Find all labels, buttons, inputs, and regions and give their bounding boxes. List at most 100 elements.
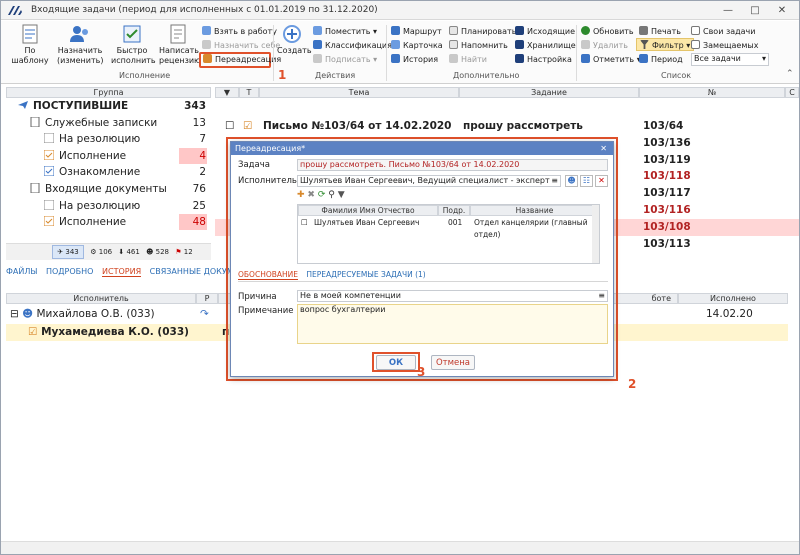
plane-icon — [18, 101, 28, 109]
history-button[interactable]: История — [391, 53, 438, 66]
table-row[interactable]: ☐ Шулятьев Иван Сергеевич 001 Отдел канц… — [298, 217, 599, 239]
delete-button[interactable]: Удалить — [581, 39, 628, 52]
document-icon — [30, 182, 40, 193]
tab-history[interactable]: ИСТОРИЯ — [102, 267, 142, 277]
tree-row[interactable]: На резолюцию 7 — [6, 131, 211, 148]
dialog-close-icon[interactable]: ✕ — [600, 142, 607, 155]
minimize-icon[interactable]: — — [717, 3, 739, 18]
select-user-icon[interactable]: ☻ — [565, 175, 578, 187]
name-column-header[interactable]: Название — [470, 205, 599, 216]
plan-button[interactable]: Планировать — [449, 25, 516, 38]
number-column-header[interactable]: № — [639, 87, 785, 98]
expand-icon[interactable]: ⊟ — [10, 308, 19, 320]
ribbon-collapse-icon[interactable]: ⌃ — [786, 69, 794, 79]
ribbon-separator — [386, 25, 387, 81]
tree-row[interactable]: Входящие документы 76 — [6, 181, 211, 198]
by-template-button[interactable]: По шаблону — [9, 24, 51, 66]
take-to-work-button[interactable]: Взять в работу — [202, 25, 277, 38]
reason-field[interactable]: Не в моей компетенции ≡ — [297, 290, 608, 302]
cancel-button[interactable]: Отмена — [431, 355, 475, 370]
subtable-scrollbar[interactable] — [592, 205, 599, 263]
table-row[interactable]: ☐ ☑ Письмо №103/64 от 14.02.2020 прошу р… — [215, 118, 799, 135]
mark-icon — [581, 54, 590, 63]
c-column-header[interactable]: С — [785, 87, 799, 98]
note-textarea[interactable]: вопрос бухгалтерии — [297, 304, 608, 344]
route-button[interactable]: Маршрут — [391, 25, 442, 38]
user-icon: ☻ — [22, 308, 34, 320]
counter-flag[interactable]: ⚑ 12 — [175, 248, 192, 256]
clear-icon[interactable]: ✕ — [595, 175, 608, 187]
mark-button[interactable]: Отметить ▾ — [581, 53, 641, 66]
delete-icon[interactable]: ✖ — [307, 190, 315, 200]
counter-down[interactable]: ⬇ 461 — [118, 248, 139, 256]
remind-button[interactable]: Напомнить — [449, 39, 508, 52]
sub-column-header[interactable]: Подр. — [438, 205, 470, 216]
counter-in-work[interactable]: ⚙ 106 — [90, 248, 112, 256]
executor-column-header[interactable]: Исполнитель — [6, 293, 196, 304]
counter-group[interactable]: ☻ 528 — [146, 248, 169, 256]
card-button[interactable]: Карточка — [391, 39, 443, 52]
filter-column-header[interactable]: ▼ — [215, 87, 239, 98]
sign-button[interactable]: Подписать ▾ — [313, 53, 377, 66]
menu-icon[interactable]: ≡ — [551, 176, 558, 186]
assign-self-button[interactable]: Назначить себе — [202, 39, 280, 52]
row-checkbox-icon[interactable]: ☐ — [301, 217, 308, 229]
maximize-icon[interactable]: □ — [744, 3, 766, 18]
counter-incoming[interactable]: ✈ 343 — [52, 245, 84, 259]
readdress-icon: ↷ — [200, 308, 209, 320]
readdress-button[interactable]: Переадресация — [199, 52, 281, 68]
quick-exec-button[interactable]: Быстро исполнить — [111, 24, 156, 66]
tab-details[interactable]: ПОДРОБНО — [46, 267, 93, 276]
settings-button[interactable]: Настройка — [515, 53, 572, 66]
group-label-actions: Действия — [315, 71, 356, 80]
tree-row[interactable]: Исполнение 48 — [6, 214, 211, 231]
write-review-button[interactable]: Написать рецензию — [159, 24, 201, 66]
reason-label: Причина — [238, 292, 277, 302]
menu-icon[interactable]: ≡ — [598, 291, 605, 301]
own-tasks-checkbox[interactable]: Свои задачи — [691, 25, 755, 38]
classify-button[interactable]: Классификация — [313, 39, 392, 52]
print-button[interactable]: Печать — [639, 25, 681, 38]
document-icon — [30, 116, 40, 127]
tab-files[interactable]: ФАЙЛЫ — [6, 267, 37, 276]
type-column-header[interactable]: Т — [239, 87, 259, 98]
filter-icon — [640, 40, 649, 49]
executor-field[interactable]: Шулятьев Иван Сергеевич, Ведущий специал… — [297, 175, 561, 187]
outgoing-button[interactable]: Исходящие — [515, 25, 575, 38]
add-icon[interactable]: ✚ — [297, 190, 305, 200]
filter-icon[interactable]: ▼ — [338, 190, 345, 200]
tree-row[interactable]: ПОСТУПИВШИЕ 343 — [6, 98, 211, 115]
delete-icon — [581, 40, 590, 49]
refresh-icon[interactable]: ⟳ — [318, 190, 326, 200]
horizontal-scrollbar[interactable] — [1, 541, 799, 554]
r-column-header[interactable]: Р — [196, 293, 218, 304]
tree-row[interactable]: Ознакомление 2 — [6, 164, 211, 181]
task-column-header[interactable]: Задание — [459, 87, 639, 98]
refresh-button[interactable]: Обновить — [581, 25, 634, 38]
assign-button[interactable]: Назначить (изменить) — [57, 24, 103, 66]
fio-column-header[interactable]: Фамилия Имя Отчество — [298, 205, 438, 216]
topic-column-header[interactable]: Тема — [259, 87, 459, 98]
tasks-select[interactable]: Все задачи ▾ — [691, 53, 769, 66]
period-button[interactable]: Период — [639, 53, 683, 66]
tree-row[interactable]: Исполнение 4 — [6, 147, 211, 165]
done-column-header[interactable]: Исполнено — [678, 293, 788, 304]
tab-reason[interactable]: ОБОСНОВАНИЕ — [238, 270, 298, 280]
checklist-icon — [22, 24, 38, 44]
tab-readdress-tasks[interactable]: ПЕРЕАДРЕСУЕМЫЕ ЗАДАЧИ (1) — [306, 270, 425, 279]
settings-icon — [515, 54, 524, 63]
tree-row[interactable]: На резолюцию 25 — [6, 198, 211, 215]
quick-exec-icon — [123, 25, 141, 43]
search-icon[interactable]: ⚲ — [328, 190, 335, 200]
storage-button[interactable]: Хранилище — [515, 39, 576, 52]
tree-row[interactable]: Служебные записки 13 — [6, 115, 211, 132]
find-button[interactable]: Найти — [449, 53, 487, 66]
ok-button[interactable]: ОК — [376, 355, 416, 370]
close-icon[interactable]: ✕ — [771, 3, 793, 18]
row-checkbox-icon[interactable]: ☐ — [225, 118, 235, 135]
place-button[interactable]: Поместить ▾ — [313, 25, 377, 38]
substitutes-checkbox[interactable]: Замещаемых — [691, 39, 758, 52]
create-button[interactable]: Создать — [277, 24, 312, 56]
filter-button[interactable]: Фильтр ▾ — [636, 38, 695, 51]
user-card-icon[interactable]: ☷ — [580, 175, 593, 187]
